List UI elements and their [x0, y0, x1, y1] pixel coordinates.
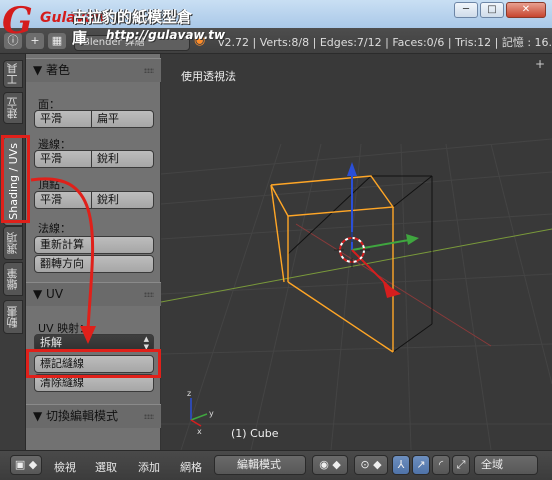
annotation-arrow	[30, 177, 96, 344]
